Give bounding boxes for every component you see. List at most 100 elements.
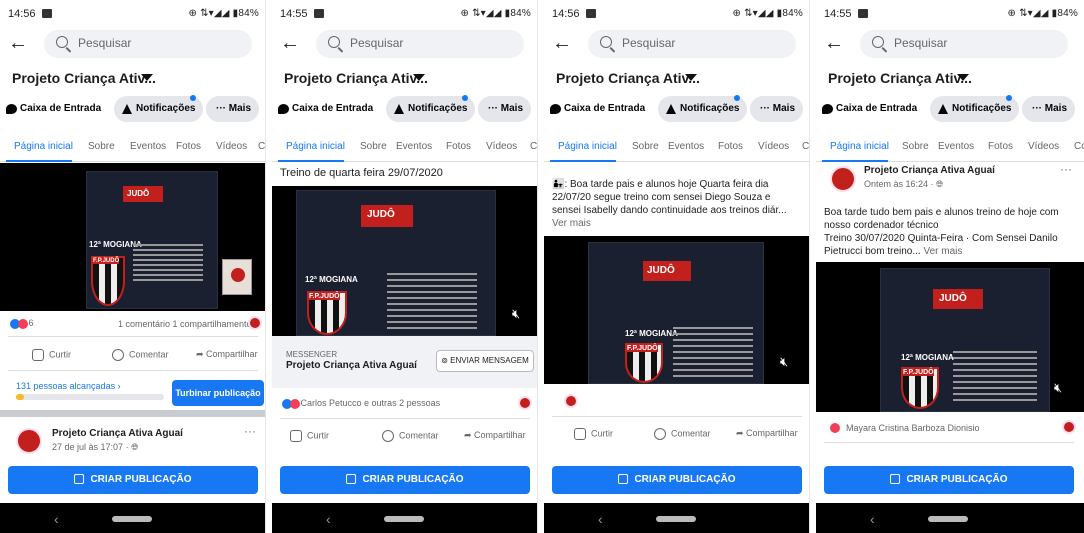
post-video[interactable]: JUDÔ 12ª MOGIANA F.P.JUDÔ 🔇︎ (544, 236, 809, 384)
tab-about[interactable]: Sobre (902, 141, 929, 152)
nav-back-icon[interactable]: ‹ (598, 511, 603, 527)
page-title[interactable]: Projeto Criança Ativ... (284, 70, 428, 86)
comment-button[interactable]: Comentar (382, 430, 439, 442)
comment-button[interactable]: Comentar (654, 428, 711, 440)
like-button[interactable]: Curtir (32, 349, 71, 361)
nav-home-pill[interactable] (656, 516, 696, 522)
back-arrow-icon[interactable]: ← (280, 31, 300, 55)
tab-events[interactable]: Eventos (668, 141, 704, 152)
search-input[interactable]: Pesquisar (316, 30, 524, 58)
tab-videos[interactable]: Vídeos (486, 141, 517, 152)
inbox-button[interactable]: Caixa de Entrada (820, 96, 926, 122)
share-button[interactable]: ➦ Compartilhar (196, 349, 258, 360)
page-switch-caret-icon[interactable] (957, 74, 969, 81)
tab-home[interactable]: Página inicial (14, 141, 73, 152)
page-title[interactable]: Projeto Criança Ativ... (828, 70, 972, 86)
nav-home-pill[interactable] (112, 516, 152, 522)
tab-about[interactable]: Sobre (632, 141, 659, 152)
like-button[interactable]: Curtir (290, 430, 329, 442)
notification-dot (190, 95, 196, 101)
inbox-button[interactable]: Caixa de Entrada (276, 96, 382, 122)
tab-about[interactable]: Sobre (360, 141, 387, 152)
page-switch-caret-icon[interactable] (685, 74, 697, 81)
create-post-button[interactable]: CRIAR PUBLICAÇÃO (8, 466, 258, 494)
back-arrow-icon[interactable]: ← (824, 31, 844, 55)
tab-community[interactable]: Co (530, 141, 537, 152)
nav-home-pill[interactable] (384, 516, 424, 522)
page-switch-caret-icon[interactable] (413, 74, 425, 81)
viewer-avatar[interactable] (518, 396, 532, 410)
tab-videos[interactable]: Vídeos (758, 141, 789, 152)
tab-events[interactable]: Eventos (938, 141, 974, 152)
comment-button[interactable]: Comentar (112, 349, 169, 361)
post-options-icon[interactable]: ··· (1060, 162, 1072, 176)
post-video[interactable]: JUDÔ 12ª MOGIANA F.P.JUDÔ 🔇︎ (272, 186, 537, 336)
thumbnail-image (222, 259, 252, 295)
post-options-icon[interactable]: ··· (244, 424, 256, 438)
tab-home[interactable]: Página inicial (830, 141, 889, 152)
more-button[interactable]: ··· Mais (750, 96, 804, 122)
page-title[interactable]: Projeto Criança Ativ... (556, 70, 700, 86)
more-button[interactable]: ··· Mais (1022, 96, 1076, 122)
nav-back-icon[interactable]: ‹ (54, 511, 59, 527)
reach-link[interactable]: 131 pessoas alcançadas › (16, 381, 121, 391)
page-avatar[interactable] (830, 166, 856, 192)
more-button[interactable]: ··· Mais (206, 96, 260, 122)
share-button[interactable]: ➦ Compartilhar (464, 430, 526, 441)
like-button[interactable]: Curtir (574, 428, 613, 440)
post-author[interactable]: Projeto Criança Ativa Aguaí (52, 428, 183, 439)
mute-icon[interactable]: 🔇︎ (780, 354, 788, 370)
reactions-summary[interactable]: Carlos Petucco e outras 2 pessoas (282, 398, 440, 409)
page-title[interactable]: Projeto Criança Ativ... (12, 70, 156, 86)
see-more-link[interactable]: Ver mais (552, 218, 591, 229)
tab-community[interactable]: Co (802, 141, 809, 152)
poster-club: F.P.JUDÔ (309, 293, 340, 300)
post-time[interactable]: 27 de jul às 17:07 · 🌐︎ (52, 442, 138, 453)
post-time[interactable]: Ontem às 16:24 · 🌐︎ (864, 179, 943, 190)
search-input[interactable]: Pesquisar (860, 30, 1068, 58)
tab-events[interactable]: Eventos (396, 141, 432, 152)
post-author[interactable]: Projeto Criança Ativa Aguaí (864, 165, 995, 176)
tab-community[interactable]: Co (258, 141, 265, 152)
create-post-button[interactable]: CRIAR PUBLICAÇÃO (280, 466, 530, 494)
inbox-button[interactable]: Caixa de Entrada (548, 96, 654, 122)
search-input[interactable]: Pesquisar (588, 30, 796, 58)
tab-photos[interactable]: Fotos (176, 141, 201, 152)
tab-photos[interactable]: Fotos (718, 141, 743, 152)
viewer-avatar[interactable] (564, 394, 578, 408)
viewer-avatar[interactable] (1062, 420, 1076, 434)
see-more-link[interactable]: Ver mais (924, 246, 963, 257)
create-post-button[interactable]: CRIAR PUBLICAÇÃO (824, 466, 1074, 494)
nav-home-pill[interactable] (928, 516, 968, 522)
page-switch-caret-icon[interactable] (141, 74, 153, 81)
back-arrow-icon[interactable]: ← (552, 31, 572, 55)
search-input[interactable]: Pesquisar (44, 30, 252, 58)
boost-post-button[interactable]: Turbinar publicação (172, 380, 264, 406)
send-message-button[interactable]: ⊚ ENVIAR MENSAGEM (436, 350, 534, 372)
more-button[interactable]: ··· Mais (478, 96, 532, 122)
nav-back-icon[interactable]: ‹ (870, 511, 875, 527)
post-video[interactable]: JUDÔ 12ª MOGIANA F.P.JUDÔ (0, 163, 265, 311)
mute-icon[interactable]: 🔇︎ (1054, 380, 1062, 396)
tab-home[interactable]: Página inicial (286, 141, 345, 152)
create-post-button[interactable]: CRIAR PUBLICAÇÃO (552, 466, 802, 494)
comment-share-count[interactable]: 1 comentário 1 compartilhamento (118, 319, 252, 329)
viewer-avatar[interactable] (248, 316, 262, 330)
tab-community[interactable]: Co (1074, 141, 1084, 152)
tab-about[interactable]: Sobre (88, 141, 115, 152)
inbox-button[interactable]: Caixa de Entrada (4, 96, 110, 122)
reactor-name[interactable]: Mayara Cristina Barboza Dionisio (846, 423, 980, 433)
back-arrow-icon[interactable]: ← (8, 31, 28, 55)
tab-photos[interactable]: Fotos (446, 141, 471, 152)
tab-home[interactable]: Página inicial (558, 141, 617, 152)
share-button[interactable]: ➦ Compartilhar (736, 428, 798, 439)
reactions-summary[interactable]: 6 (10, 318, 34, 329)
tab-events[interactable]: Eventos (130, 141, 166, 152)
tab-photos[interactable]: Fotos (988, 141, 1013, 152)
nav-back-icon[interactable]: ‹ (326, 511, 331, 527)
tab-videos[interactable]: Vídeos (1028, 141, 1059, 152)
tab-videos[interactable]: Vídeos (216, 141, 247, 152)
post-video[interactable]: JUDÔ 12ª MOGIANA F.P.JUDÔ 🔇︎ (816, 262, 1084, 412)
page-avatar[interactable] (16, 428, 42, 454)
mute-icon[interactable]: 🔇︎ (512, 306, 520, 322)
